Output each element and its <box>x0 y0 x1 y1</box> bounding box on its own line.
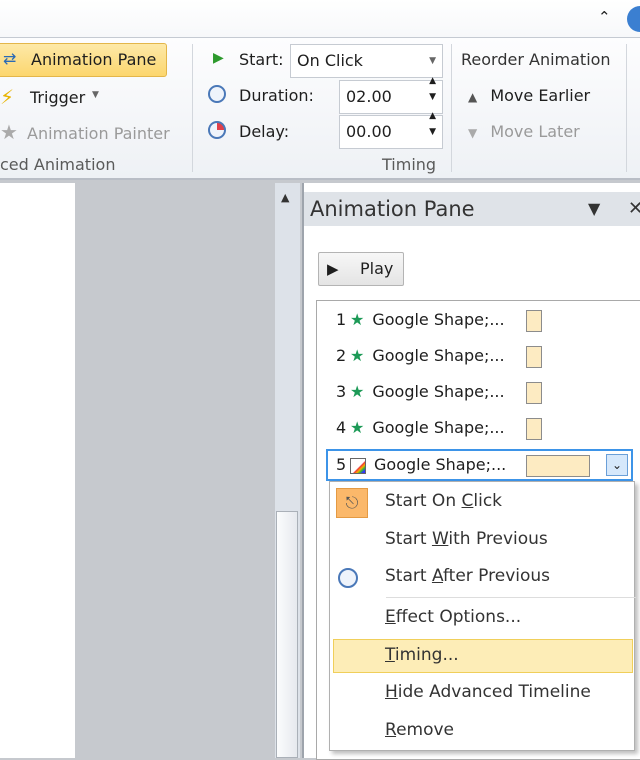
triangle-down-icon: ▼ <box>468 126 478 140</box>
menu-item-effect-options[interactable]: Effect Options... <box>385 602 521 632</box>
duration-spinner[interactable]: 02.00 ▲ ▼ <box>339 76 443 114</box>
item-number: 2 <box>336 346 347 365</box>
duration-value: 02.00 <box>346 87 392 106</box>
move-later-label: Move Later <box>490 122 580 141</box>
list-item[interactable]: 1 ★ Google Shape;... <box>336 305 636 335</box>
emphasis-star-icon: ★ <box>350 310 365 329</box>
menu-item-timing[interactable]: Timing... <box>385 640 459 670</box>
animation-pane-label: Animation Pane <box>31 50 157 69</box>
triangle-up-icon: ▲ <box>468 90 478 104</box>
menu-item-start-with-previous[interactable]: Start With Previous <box>385 524 548 554</box>
close-icon[interactable]: ✕ <box>628 192 640 226</box>
start-value: On Click <box>297 51 363 70</box>
item-number: 5 <box>336 455 347 474</box>
menu-separator <box>386 597 636 598</box>
menu-item-start-on-click[interactable]: Start On Click <box>385 486 502 516</box>
divider <box>192 44 193 172</box>
menu-item-start-after-previous[interactable]: Start After Previous <box>385 561 550 591</box>
list-item[interactable]: 3 ★ Google Shape;... <box>336 377 636 407</box>
start-label: Start: <box>239 50 284 69</box>
item-name: Google Shape;... <box>374 455 507 474</box>
trigger-label: Trigger <box>30 88 86 107</box>
clock-icon <box>208 85 226 103</box>
pane-options-icon[interactable]: ▼ <box>588 192 600 226</box>
fill-color-icon <box>350 457 366 474</box>
menu-highlight <box>333 639 633 673</box>
item-dropdown-button[interactable]: ⌄ <box>606 454 628 476</box>
scrollbar-thumb[interactable] <box>276 511 298 758</box>
list-item-selected[interactable]: 5 Google Shape;... ⌄ <box>336 450 636 480</box>
star-painter-icon: ★ <box>0 120 18 144</box>
play-icon: ▶ <box>327 260 339 278</box>
group-label-timing: Timing <box>382 155 437 174</box>
start-dropdown[interactable]: On Click ▼ <box>290 44 443 78</box>
item-name: Google Shape;... <box>372 310 505 329</box>
group-label-advanced-animation: ced Animation <box>0 155 116 174</box>
ribbon: ⇄ Animation Pane ⚡ Trigger ▼ ★ Animation… <box>0 38 640 180</box>
animation-pane-button[interactable]: ⇄ Animation Pane <box>0 43 167 77</box>
title-bar: ⌃ <box>0 0 640 38</box>
menu-item-remove[interactable]: Remove <box>385 715 454 745</box>
timeline-bar <box>526 455 590 477</box>
move-earlier-button[interactable]: ▲ Move Earlier <box>468 86 590 105</box>
divider <box>626 44 627 172</box>
help-icon[interactable] <box>627 6 640 32</box>
reorder-animation-label: Reorder Animation <box>461 50 611 69</box>
lightning-icon: ⚡ <box>0 85 15 109</box>
emphasis-star-icon: ★ <box>350 346 365 365</box>
animation-pane-title: Animation Pane <box>310 197 475 221</box>
timeline-bar <box>526 346 542 368</box>
item-number: 3 <box>336 382 347 401</box>
emphasis-star-icon: ★ <box>350 418 365 437</box>
spinner-arrows-icon[interactable]: ▲ ▼ <box>429 108 436 140</box>
chevron-down-icon: ▼ <box>92 90 99 100</box>
emphasis-star-icon: ★ <box>350 382 365 401</box>
item-number: 4 <box>336 418 347 437</box>
timeline-bar <box>526 382 542 404</box>
menu-item-hide-advanced-timeline[interactable]: Hide Advanced Timeline <box>385 677 591 707</box>
item-name: Google Shape;... <box>372 346 505 365</box>
play-label: Play <box>360 259 394 278</box>
animation-pane-icon: ⇄ <box>3 49 17 68</box>
delay-label: Delay: <box>239 122 290 141</box>
delay-value: 00.00 <box>346 122 392 141</box>
timeline-bar <box>526 418 542 440</box>
play-start-icon: ▶ <box>213 50 224 66</box>
item-number: 1 <box>336 310 347 329</box>
item-name: Google Shape;... <box>372 418 505 437</box>
move-earlier-label: Move Earlier <box>490 86 591 105</box>
scroll-up-icon[interactable]: ▲ <box>281 191 289 204</box>
play-button[interactable]: ▶ Play <box>318 252 404 286</box>
animation-pane-header: Animation Pane ▼ ✕ <box>304 192 640 226</box>
list-item[interactable]: 4 ★ Google Shape;... <box>336 413 636 443</box>
divider <box>451 44 452 172</box>
duration-label: Duration: <box>239 86 314 105</box>
item-name: Google Shape;... <box>372 382 505 401</box>
delay-spinner[interactable]: 00.00 ▲ ▼ <box>339 111 443 149</box>
clock-icon <box>338 568 358 588</box>
move-later-button[interactable]: ▼ Move Later <box>468 122 580 141</box>
animation-painter-label: Animation Painter <box>27 124 170 143</box>
spinner-arrows-icon[interactable]: ▲ ▼ <box>429 73 436 105</box>
animation-painter-button[interactable]: ★ Animation Painter <box>0 120 170 144</box>
slide-canvas[interactable] <box>0 183 75 758</box>
mouse-icon: ⎋ <box>336 488 368 518</box>
delay-clock-icon <box>208 121 226 139</box>
collapse-ribbon-icon[interactable]: ⌃ <box>598 8 611 26</box>
list-item[interactable]: 2 ★ Google Shape;... <box>336 341 636 371</box>
timeline-bar <box>526 310 542 332</box>
